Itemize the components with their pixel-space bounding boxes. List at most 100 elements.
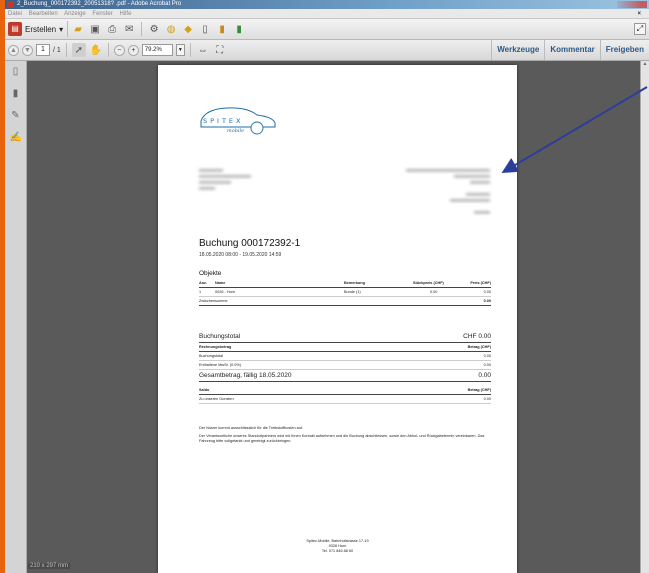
contact-note: Der Verantwortliche unseres Standortpart… bbox=[199, 434, 485, 443]
saldo-header: Betrag (CHF) bbox=[467, 388, 491, 392]
spitex-logo: SPITEX mobile bbox=[200, 107, 276, 135]
scroll-up-icon[interactable]: ▲ bbox=[641, 61, 649, 67]
billing-header-row: Rechnungsbetrag Betrag (CHF) bbox=[199, 343, 491, 352]
close-document-icon[interactable]: × bbox=[637, 9, 641, 19]
attachments-icon[interactable]: ✎ bbox=[10, 110, 22, 122]
next-page-icon[interactable]: ▼ bbox=[22, 44, 33, 56]
billing-label: Rechnungsbetrag bbox=[199, 345, 232, 349]
table-cell: 0.00 bbox=[430, 290, 438, 294]
comment-pane-button[interactable]: Kommentar bbox=[544, 40, 599, 60]
page-size-indicator: 210 x 297 mm bbox=[28, 563, 71, 569]
page-footer: Spitex-Mobile, Bahnhofstrasse 17-19 9326… bbox=[158, 539, 517, 554]
signatures-icon[interactable]: ✍ bbox=[10, 132, 22, 144]
page-number-input[interactable]: 1 bbox=[36, 44, 50, 56]
zoom-in-icon[interactable]: + bbox=[127, 44, 139, 56]
create-label: Erstellen bbox=[25, 24, 57, 34]
redacted-address-right: ▬▬▬▬▬▬▬▬▬▬▬▬▬▬▬▬▬▬▬▬▬ ▬▬▬▬▬▬▬▬▬ ▬▬▬▬▬ ▬▬▬▬▬… bbox=[406, 167, 490, 214]
logo-text: SPITEX bbox=[203, 117, 244, 125]
comment-list-icon[interactable]: ◆ bbox=[181, 22, 195, 36]
separator bbox=[141, 22, 143, 36]
bookmarks-icon[interactable]: ▮ bbox=[10, 88, 22, 100]
title-bar: 2_Buchung_000172392_20051318? .pdf - Ado… bbox=[5, 0, 649, 9]
fit-page-icon[interactable]: ⛶ bbox=[213, 43, 227, 57]
saldo-header-row: Saldo Betrag (CHF) bbox=[199, 386, 491, 395]
tools-pane-button[interactable]: Werkzeuge bbox=[491, 40, 544, 60]
column-header: Preis (CHF) bbox=[470, 281, 491, 285]
booking-total-heading-row: Buchungstotal CHF 0.00 bbox=[199, 331, 491, 343]
vertical-scrollbar[interactable]: ▲ bbox=[640, 61, 649, 573]
menu-fenster[interactable]: Fenster bbox=[92, 11, 112, 17]
separator bbox=[107, 43, 109, 57]
zoom-input[interactable]: 79.2% bbox=[141, 44, 173, 56]
task-panes: Werkzeuge Kommentar Freigeben bbox=[491, 40, 649, 60]
separator bbox=[65, 43, 67, 57]
column-header: Anz. bbox=[199, 281, 208, 285]
print-icon[interactable]: ⎙ bbox=[105, 22, 119, 36]
total-heading-value: CHF 0.00 bbox=[463, 333, 491, 340]
menu-hilfe[interactable]: Hilfe bbox=[119, 11, 131, 17]
booking-total-label: Buchungstotal bbox=[199, 354, 224, 358]
billing-header: Betrag (CHF) bbox=[467, 345, 491, 349]
column-header: Name bbox=[215, 281, 226, 285]
table-cell: Bunde (1) bbox=[344, 290, 361, 294]
vat-value: 0.00 bbox=[483, 363, 491, 367]
zoom-dropdown-icon[interactable]: ▼ bbox=[175, 44, 185, 56]
objects-table: Anz. Name Bemerkung Stückpreis (CHF) Pre… bbox=[199, 279, 491, 306]
table-header: Anz. Name Bemerkung Stückpreis (CHF) Pre… bbox=[199, 279, 491, 288]
hand-tool-icon[interactable]: ✋ bbox=[89, 43, 103, 57]
share-document-icon[interactable]: ▮ bbox=[232, 22, 246, 36]
footer-phone: Tel. 071 846 88 60 bbox=[321, 549, 354, 553]
document-title: Buchung 000172392-1 bbox=[199, 238, 301, 249]
zoom-out-icon[interactable]: − bbox=[113, 44, 125, 56]
menu-anzeige[interactable]: Anzeige bbox=[64, 11, 86, 17]
fuel-note: Der Nutzer kommt ausschliesslich für die… bbox=[199, 426, 303, 430]
document-edit-icon[interactable]: ▯ bbox=[198, 22, 212, 36]
totals-table: Buchungstotal CHF 0.00 Rechnungsbetrag B… bbox=[199, 331, 491, 404]
page-thumbnails-icon[interactable]: ▯ bbox=[10, 66, 22, 78]
previous-page-icon[interactable]: ▲ bbox=[8, 44, 19, 56]
objects-heading: Objekte bbox=[199, 270, 222, 277]
save-icon[interactable]: ▣ bbox=[88, 22, 102, 36]
favor-value: 0.00 bbox=[483, 397, 491, 401]
main-toolbar: ▤ Erstellen ▾ ▰ ▣ ⎙ ✉ ⚙ ◍ ◆ ▯ ▮ ▮ ⤢ bbox=[5, 19, 649, 40]
column-header: Bemerkung bbox=[344, 281, 365, 285]
menu-datei[interactable]: Datei bbox=[8, 11, 22, 17]
comment-icon[interactable]: ◍ bbox=[164, 22, 178, 36]
fit-width-icon[interactable]: ⇔ bbox=[196, 43, 210, 57]
pdf-page: SPITEX mobile ▬▬▬▬▬▬ ▬▬▬▬▬▬▬▬▬▬▬▬▬ ▬▬▬▬▬▬▬… bbox=[158, 65, 517, 573]
create-pdf-icon: ▤ bbox=[8, 22, 22, 36]
separator bbox=[189, 43, 191, 57]
page-count: / 1 bbox=[53, 46, 61, 54]
open-folder-icon[interactable]: ▰ bbox=[71, 22, 85, 36]
grand-total-value: 0.00 bbox=[478, 372, 491, 379]
expand-icon[interactable]: ⤢ bbox=[634, 23, 646, 35]
share-pane-button[interactable]: Freigeben bbox=[599, 40, 649, 60]
menu-bearbeiten[interactable]: Bearbeiten bbox=[29, 11, 58, 17]
subtotal-label: Zwischensumme bbox=[199, 299, 228, 303]
booking-total-value: 0.00 bbox=[483, 354, 491, 358]
column-header: Stückpreis (CHF) bbox=[413, 281, 444, 285]
email-icon[interactable]: ✉ bbox=[122, 22, 136, 36]
export-icon[interactable]: ▮ bbox=[215, 22, 229, 36]
settings-icon[interactable]: ⚙ bbox=[147, 22, 161, 36]
saldo-row: Zu unseren Gunsten 0.00 bbox=[199, 395, 491, 404]
subtotal-row: Zwischensumme 0.00 bbox=[199, 297, 491, 306]
window-controls[interactable] bbox=[617, 1, 647, 8]
table-cell: 1 bbox=[199, 290, 202, 294]
chevron-down-icon: ▾ bbox=[59, 24, 64, 34]
acrobat-icon bbox=[7, 1, 14, 8]
grand-total-row: Gesamtbetrag, fällig 18.05.2020 0.00 bbox=[199, 370, 491, 382]
booking-total-row: Buchungstotal 0.00 bbox=[199, 352, 491, 361]
favor-label: Zu unseren Gunsten bbox=[199, 397, 234, 401]
redacted-address-left: ▬▬▬▬▬▬ ▬▬▬▬▬▬▬▬▬▬▬▬▬ ▬▬▬▬▬▬▬▬ ▬▬▬▬ bbox=[199, 167, 251, 190]
vat-row: Enthaltene MwSt. (0.0%) 0.00 bbox=[199, 361, 491, 370]
navigation-panel: ▯ ▮ ✎ ✍ bbox=[5, 61, 27, 573]
grand-total-label: Gesamtbetrag, fällig 18.05.2020 bbox=[199, 372, 292, 379]
menu-bar: Datei Bearbeiten Anzeige Fenster Hilfe × bbox=[5, 9, 649, 19]
subtotal-value: 0.00 bbox=[483, 299, 491, 303]
create-button[interactable]: ▤ Erstellen ▾ bbox=[8, 21, 69, 37]
select-tool-icon[interactable]: ➚ bbox=[71, 43, 86, 57]
navigation-toolbar: ▲ ▼ 1 / 1 ➚ ✋ − + 79.2% ▼ ⇔ ⛶ Werkzeuge … bbox=[5, 40, 649, 61]
window-title: 2_Buchung_000172392_20051318? .pdf - Ado… bbox=[17, 1, 182, 7]
saldo-label: Saldo bbox=[199, 388, 210, 392]
